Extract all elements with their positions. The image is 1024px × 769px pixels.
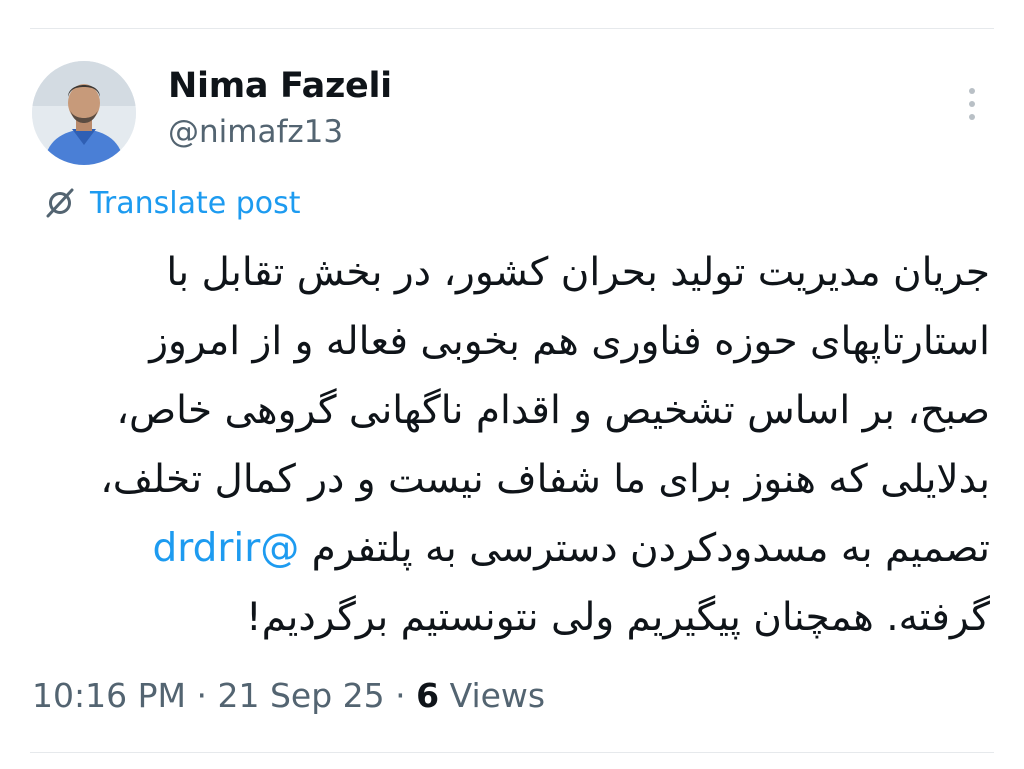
post-line: گرفته. همچنان پیگیریم ولی نتونستیم برگرد… [245, 595, 990, 640]
top-divider [30, 28, 994, 29]
post-line: استارتاپهای حوزه فناوری هم بخوبی فعاله و… [149, 319, 990, 364]
translate-post-link[interactable]: Translate post [90, 186, 301, 221]
more-options-button[interactable] [955, 82, 989, 126]
post-time[interactable]: 10:16 PM [32, 676, 186, 715]
post-line: جریان مدیریت تولید بحران کشور، در بخش تق… [166, 250, 990, 295]
post-text: جریان مدیریت تولید بحران کشور، در بخش تق… [40, 238, 990, 652]
avatar-image [32, 61, 136, 165]
more-dot-icon [969, 88, 975, 94]
post-line: بدلایلی که هنوز برای ما شفاف نیست و در ک… [100, 457, 990, 502]
views-count[interactable]: 6 [416, 676, 439, 715]
more-dot-icon [969, 101, 975, 107]
meta-separator: · [196, 676, 207, 715]
translate-icon [46, 188, 74, 218]
tweet-view: Nima Fazeli @nimafz13 Translate post جری… [0, 0, 1024, 769]
author-display-name[interactable]: Nima Fazeli [168, 66, 392, 106]
bottom-divider [30, 752, 994, 753]
author-handle[interactable]: @nimafz13 [168, 114, 343, 150]
post-line: صبح، بر اساس تشخیص و اقدام ناگهانی گروهی… [116, 388, 990, 433]
more-dot-icon [969, 114, 975, 120]
post-line-text: تصمیم به مسدودکردن دسترسی به پلتفرم [311, 526, 990, 571]
post-date[interactable]: 21 Sep 25 [217, 676, 384, 715]
translate-post-row[interactable]: Translate post [42, 182, 301, 224]
meta-separator: · [395, 676, 406, 715]
post-line-with-mention: تصمیم به مسدودکردن دسترسی به پلتفرم @drd… [40, 514, 990, 583]
mention-link[interactable]: @drdrir [152, 526, 299, 571]
post-meta: 10:16 PM · 21 Sep 25 · 6 Views [32, 676, 545, 715]
views-label[interactable]: Views [450, 676, 546, 715]
avatar[interactable] [32, 61, 136, 165]
